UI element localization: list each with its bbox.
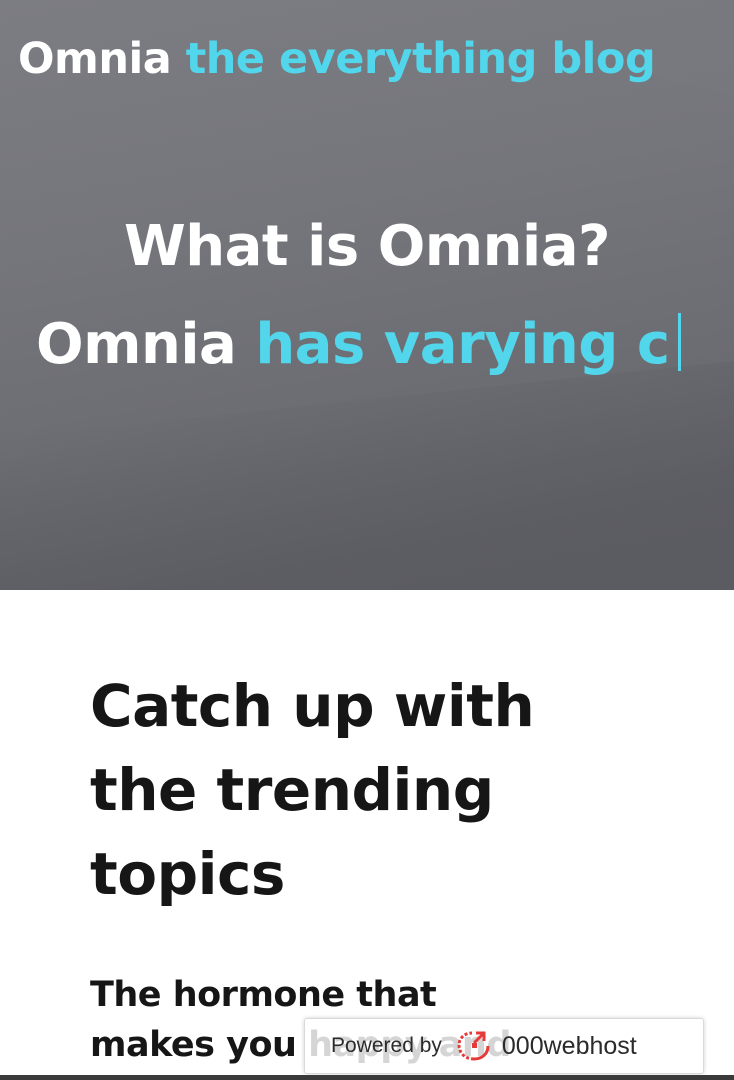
section-heading: Catch up with the trending topics: [90, 672, 535, 908]
webhost-logo-icon: [454, 1029, 494, 1063]
typing-cursor: [677, 313, 681, 371]
page: Omnia the everything blog What is Omnia?…: [0, 0, 734, 1080]
bottom-edge-bar: [0, 1075, 734, 1080]
brand-primary: Omnia: [18, 34, 172, 84]
powered-by-label: Powered by: [331, 1034, 442, 1057]
site-brand[interactable]: Omnia the everything blog: [18, 34, 656, 84]
typing-lead: Omnia: [36, 312, 237, 377]
host-name: 000webhost: [501, 1031, 637, 1060]
hero-background-shade: [0, 357, 734, 590]
brand-secondary: the everything blog: [185, 34, 656, 84]
hero-typing-text: Omnia has varying c: [36, 312, 681, 377]
hero-section: Omnia the everything blog What is Omnia?…: [0, 0, 734, 590]
hero-title: What is Omnia?: [123, 214, 611, 279]
powered-by-badge[interactable]: Powered by 000webhost: [304, 1018, 704, 1074]
typing-animated: has varying c: [255, 312, 670, 377]
